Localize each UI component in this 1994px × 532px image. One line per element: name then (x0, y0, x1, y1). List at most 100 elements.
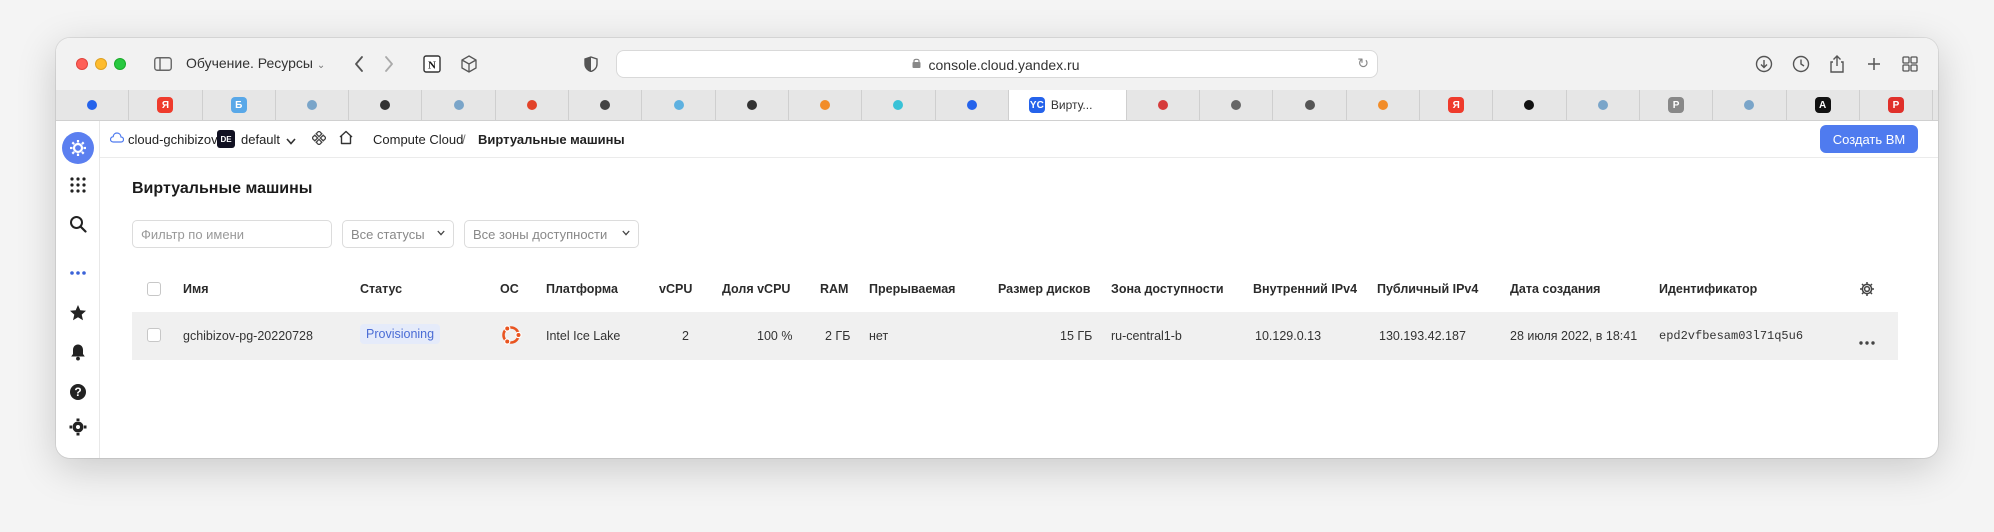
breadcrumb-service[interactable]: Compute Cloud (373, 132, 463, 147)
browser-tab[interactable] (349, 90, 423, 120)
browser-tab[interactable] (936, 90, 1009, 120)
name-filter-input[interactable] (132, 220, 332, 248)
vm-created: 28 июля 2022, в 18:41 (1510, 329, 1638, 343)
vm-public-ip: 130.193.42.187 (1379, 329, 1466, 343)
yandex-cloud-logo-icon[interactable] (62, 132, 94, 164)
vm-name[interactable]: gchibizov-pg-20220728 (183, 329, 313, 343)
favorites-star-icon[interactable] (64, 299, 92, 327)
ubuntu-os-icon (499, 323, 523, 350)
breadcrumb-current: Виртуальные машины (478, 132, 625, 147)
column-header-platform[interactable]: Платформа (546, 282, 618, 296)
select-all-checkbox[interactable] (147, 282, 161, 296)
browser-tab[interactable]: Я (129, 90, 203, 120)
sidebar-toggle-icon[interactable] (152, 53, 174, 75)
browser-tab[interactable] (1127, 90, 1201, 120)
vm-ram: 2 ГБ (825, 329, 851, 343)
row-actions-more-icon[interactable] (1859, 334, 1875, 348)
breadcrumb-separator: / (462, 132, 466, 147)
services-grid-icon[interactable] (64, 171, 92, 199)
browser-tab[interactable] (56, 90, 130, 120)
create-vm-button[interactable]: Создать ВМ (1820, 125, 1918, 153)
back-icon[interactable] (348, 53, 370, 75)
tab-group-title[interactable]: Обучение. Ресурсы ⌄ (186, 55, 325, 71)
help-icon[interactable]: ? (64, 378, 92, 406)
breadcrumb-cloud[interactable]: cloud-gchibizov (128, 132, 218, 147)
cube-extension-icon[interactable] (458, 53, 480, 75)
column-header-disk-size[interactable]: Размер дисков (998, 282, 1090, 296)
browser-tab[interactable] (1273, 90, 1347, 120)
column-header-public-ip[interactable]: Публичный IPv4 (1377, 282, 1478, 296)
tab-strip: Я Б YC Вирту... Я P A P (56, 90, 1938, 121)
reload-icon[interactable]: ↻ (1357, 55, 1369, 72)
column-header-internal-ip[interactable]: Внутренний IPv4 (1253, 282, 1357, 296)
settings-gear-icon[interactable] (64, 413, 92, 441)
close-window-button[interactable] (76, 58, 88, 70)
address-bar[interactable]: console.cloud.yandex.ru ↻ (616, 50, 1378, 78)
browser-tab[interactable] (642, 90, 716, 120)
vm-platform: Intel Ice Lake (546, 329, 621, 343)
breadcrumb-folder[interactable]: default (241, 132, 280, 147)
browser-tab[interactable] (569, 90, 643, 120)
search-icon[interactable] (64, 210, 92, 238)
column-header-preemptible[interactable]: Прерываемая (869, 282, 955, 296)
column-header-id[interactable]: Идентификатор (1659, 282, 1757, 296)
forward-icon[interactable] (378, 53, 400, 75)
tab-overview-icon[interactable] (1899, 53, 1921, 75)
browser-tab[interactable] (1347, 90, 1421, 120)
status-select-value: Все статусы (351, 226, 425, 242)
services-switch-icon[interactable] (311, 130, 327, 148)
dot-icon (451, 97, 467, 113)
browser-tab[interactable]: P (1860, 90, 1934, 120)
history-icon[interactable] (1790, 53, 1812, 75)
cloud-icon (109, 131, 125, 146)
column-header-vcpu-share[interactable]: Доля vCPU (722, 282, 790, 296)
browser-tab[interactable] (1713, 90, 1787, 120)
table-settings-gear-icon[interactable] (1859, 281, 1875, 300)
status-badge: Provisioning (360, 324, 441, 344)
browser-tab[interactable]: Я (1420, 90, 1494, 120)
downloads-icon[interactable] (1753, 53, 1775, 75)
zone-select[interactable]: Все зоны доступности (464, 220, 639, 248)
browser-tab[interactable]: Б (203, 90, 276, 120)
status-select[interactable]: Все статусы (342, 220, 454, 248)
zoom-window-button[interactable] (114, 58, 126, 70)
more-icon[interactable] (64, 259, 92, 287)
share-icon[interactable] (1826, 53, 1848, 75)
folder-chevron-down-icon[interactable] (286, 133, 296, 148)
browser-tab[interactable]: YC Вирту... (1008, 90, 1127, 120)
browser-tab[interactable]: A (1787, 90, 1860, 120)
browser-tab[interactable] (1200, 90, 1274, 120)
qr-icon (1521, 97, 1537, 113)
browser-tab[interactable] (1493, 90, 1567, 120)
privacy-shield-icon[interactable] (580, 53, 602, 75)
browser-toolbar: Обучение. Ресурсы ⌄ N console.cloud.yand… (56, 38, 1938, 91)
dot-icon (1741, 97, 1757, 113)
new-tab-icon[interactable] (1863, 53, 1885, 75)
browser-tab[interactable] (789, 90, 863, 120)
column-header-zone[interactable]: Зона доступности (1111, 282, 1224, 296)
column-header-created[interactable]: Дата создания (1510, 282, 1600, 296)
home-icon[interactable] (338, 130, 354, 148)
browser-tab[interactable] (1567, 90, 1640, 120)
row-checkbox[interactable] (147, 328, 161, 342)
browser-tab[interactable] (862, 90, 936, 120)
a-icon: A (1814, 97, 1831, 113)
browser-tab[interactable] (716, 90, 789, 120)
address-url: console.cloud.yandex.ru (928, 57, 1080, 73)
notifications-bell-icon[interactable] (64, 338, 92, 366)
column-header-status[interactable]: Статус (360, 282, 402, 296)
page-title: Виртуальные машины (132, 180, 313, 197)
grid-icon (744, 97, 760, 113)
browser-tab[interactable] (276, 90, 350, 120)
column-header-os[interactable]: ОС (500, 282, 519, 296)
column-header-ram[interactable]: RAM (820, 282, 848, 296)
notion-extension-icon[interactable]: N (421, 53, 443, 75)
console-header: cloud-gchibizov DE default Compute Cloud… (100, 121, 1938, 158)
browser-tab[interactable]: P (1640, 90, 1714, 120)
svg-text:N: N (428, 60, 436, 72)
browser-tab[interactable] (422, 90, 496, 120)
browser-tab[interactable] (496, 90, 570, 120)
minimize-window-button[interactable] (95, 58, 107, 70)
column-header-name[interactable]: Имя (183, 282, 209, 296)
column-header-vcpu[interactable]: vCPU (659, 282, 692, 296)
